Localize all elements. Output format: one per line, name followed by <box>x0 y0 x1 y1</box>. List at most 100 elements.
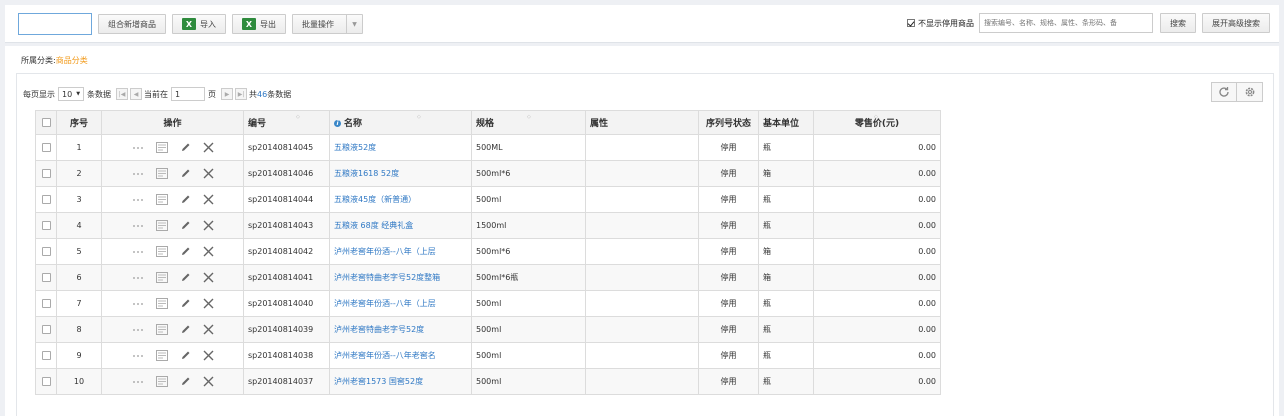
row-checkbox[interactable] <box>41 299 51 308</box>
table-row[interactable]: 2 sp20140814046 五粮液1618 52度 500ml*6 停用箱 0.00 <box>35 160 941 187</box>
info-icon[interactable]: i <box>334 120 341 127</box>
pencil-icon[interactable] <box>180 272 191 283</box>
col-header-code[interactable]: ◇ 编号 <box>243 110 330 135</box>
combo-new-button[interactable]: 组合新增商品 <box>98 14 166 34</box>
product-name-link[interactable]: 五粮液45度（新普通） <box>334 195 416 204</box>
search-input[interactable] <box>979 13 1153 33</box>
next-page-icon[interactable]: ▶ <box>221 88 234 100</box>
close-icon[interactable] <box>203 194 214 205</box>
pencil-icon[interactable] <box>180 324 191 335</box>
batch-ops-button[interactable]: 批量操作 ▼ <box>292 14 363 34</box>
ellipsis-icon[interactable] <box>132 224 144 228</box>
close-icon[interactable] <box>203 142 214 153</box>
product-name-link[interactable]: 五粮液52度 <box>334 143 376 152</box>
pencil-icon[interactable] <box>180 168 191 179</box>
export-button[interactable]: X 导出 <box>232 14 286 34</box>
product-name-link[interactable]: 泸州老窖年份酒--八年老窖名 <box>334 351 436 360</box>
product-name-link[interactable]: 泸州老窖年份酒--八年（上层 <box>334 247 436 256</box>
close-icon[interactable] <box>203 298 214 309</box>
ellipsis-icon[interactable] <box>132 172 144 176</box>
page-number-input[interactable]: 1 <box>171 87 206 101</box>
first-page-icon[interactable]: |◀ <box>116 88 129 100</box>
product-name-link[interactable]: 五粮液1618 52度 <box>334 169 399 178</box>
row-checkbox[interactable] <box>41 325 51 334</box>
ellipsis-icon[interactable] <box>132 146 144 150</box>
table-row[interactable]: 9 sp20140814038 泸州老窖年份酒--八年老窖名 500ml 停用瓶 0.00 <box>35 342 941 369</box>
table-row[interactable]: 8 sp20140814039 泸州老窖特曲老字号52度 500ml 停用瓶 0.00 <box>35 316 941 343</box>
row-checkbox[interactable] <box>41 351 51 360</box>
card-icon[interactable] <box>155 220 168 231</box>
ellipsis-icon[interactable] <box>132 198 144 202</box>
hide-disabled-checkbox[interactable] <box>907 19 915 27</box>
import-button[interactable]: X 导入 <box>172 14 226 34</box>
row-checkbox[interactable] <box>41 273 51 282</box>
close-icon[interactable] <box>203 350 214 361</box>
table-row[interactable]: 5 sp20140814042 泸州老窖年份酒--八年（上层 500ml*6 停用箱 0.… <box>35 238 941 265</box>
search-button[interactable]: 搜索 <box>1160 13 1196 33</box>
table-row[interactable]: 7 sp20140814040 泸州老窖年份酒--八年（上层 500ml 停用瓶 0.00 <box>35 290 941 317</box>
select-all-checkbox[interactable] <box>41 117 51 127</box>
category-link[interactable]: 商品分类 <box>56 56 88 65</box>
card-icon[interactable] <box>155 272 168 283</box>
table-row[interactable]: 4 sp20140814043 五粮液 68度 经典礼盒 1500ml 停用瓶 0.00 <box>35 212 941 239</box>
per-page-select[interactable]: 10 ▼ <box>58 87 85 101</box>
card-icon[interactable] <box>155 324 168 335</box>
chevron-down-icon[interactable]: ▼ <box>347 15 362 33</box>
pencil-icon[interactable] <box>180 142 191 153</box>
advanced-search-button[interactable]: 展开高级搜索 <box>1202 13 1270 33</box>
col-header-price[interactable]: ◇ 零售价(元) <box>813 110 941 135</box>
pencil-icon[interactable] <box>180 376 191 387</box>
row-checkbox[interactable] <box>41 377 51 386</box>
row-checkbox[interactable] <box>41 143 51 152</box>
col-header-spec[interactable]: ◇ 规格 <box>471 110 586 135</box>
ellipsis-icon[interactable] <box>132 302 144 306</box>
settings-button[interactable] <box>1237 82 1263 102</box>
card-icon[interactable] <box>155 246 168 257</box>
ellipsis-icon[interactable] <box>132 380 144 384</box>
refresh-button[interactable] <box>1211 82 1237 102</box>
ellipsis-icon[interactable] <box>132 328 144 332</box>
ellipsis-icon[interactable] <box>132 250 144 254</box>
row-checkbox[interactable] <box>41 195 51 204</box>
close-icon[interactable] <box>203 168 214 179</box>
card-icon[interactable] <box>155 376 168 387</box>
pencil-icon[interactable] <box>180 350 191 361</box>
col-header-serial-status[interactable]: 序列号状态 <box>698 110 759 135</box>
pencil-icon[interactable] <box>180 298 191 309</box>
pencil-icon[interactable] <box>180 194 191 205</box>
card-icon[interactable] <box>155 168 168 179</box>
product-name-link[interactable]: 泸州老窖1573 国窖52度 <box>334 377 423 386</box>
close-icon[interactable] <box>203 324 214 335</box>
card-icon[interactable] <box>155 194 168 205</box>
col-header-attr[interactable]: 属性 <box>585 110 699 135</box>
product-name-link[interactable]: 五粮液 68度 经典礼盒 <box>334 221 413 230</box>
ellipsis-icon[interactable] <box>132 354 144 358</box>
table-row[interactable]: 6 sp20140814041 泸州老窖特曲老字号52度整箱 500ml*6瓶 停用箱 0… <box>35 264 941 291</box>
card-icon[interactable] <box>155 142 168 153</box>
pencil-icon[interactable] <box>180 246 191 257</box>
pencil-icon[interactable] <box>180 220 191 231</box>
table-row[interactable]: 1 sp20140814045 五粮液52度 500ML 停用瓶 0.00 <box>35 134 941 161</box>
close-icon[interactable] <box>203 272 214 283</box>
col-header-index[interactable]: 序号 <box>56 110 102 135</box>
close-icon[interactable] <box>203 246 214 257</box>
col-header-unit[interactable]: 基本单位 <box>758 110 814 135</box>
card-icon[interactable] <box>155 298 168 309</box>
close-icon[interactable] <box>203 220 214 231</box>
row-checkbox[interactable] <box>41 221 51 230</box>
product-name-link[interactable]: 泸州老窖特曲老字号52度 <box>334 325 424 334</box>
quick-input[interactable] <box>18 13 92 35</box>
row-checkbox[interactable] <box>41 247 51 256</box>
table-row[interactable]: 10 sp20140814037 泸州老窖1573 国窖52度 500ml 停用瓶 0.0… <box>35 368 941 395</box>
close-icon[interactable] <box>203 376 214 387</box>
col-header-name[interactable]: ◇ i 名称 <box>329 110 472 135</box>
prev-page-icon[interactable]: ◀ <box>130 88 143 100</box>
ellipsis-icon[interactable] <box>132 276 144 280</box>
row-checkbox[interactable] <box>41 169 51 178</box>
product-name-link[interactable]: 泸州老窖年份酒--八年（上层 <box>334 299 436 308</box>
card-icon[interactable] <box>155 350 168 361</box>
table-row[interactable]: 3 sp20140814044 五粮液45度（新普通） 500ml 停用瓶 0.00 <box>35 186 941 213</box>
excel-import-icon: X <box>182 18 196 30</box>
last-page-icon[interactable]: ▶| <box>235 88 248 100</box>
product-name-link[interactable]: 泸州老窖特曲老字号52度整箱 <box>334 273 440 282</box>
